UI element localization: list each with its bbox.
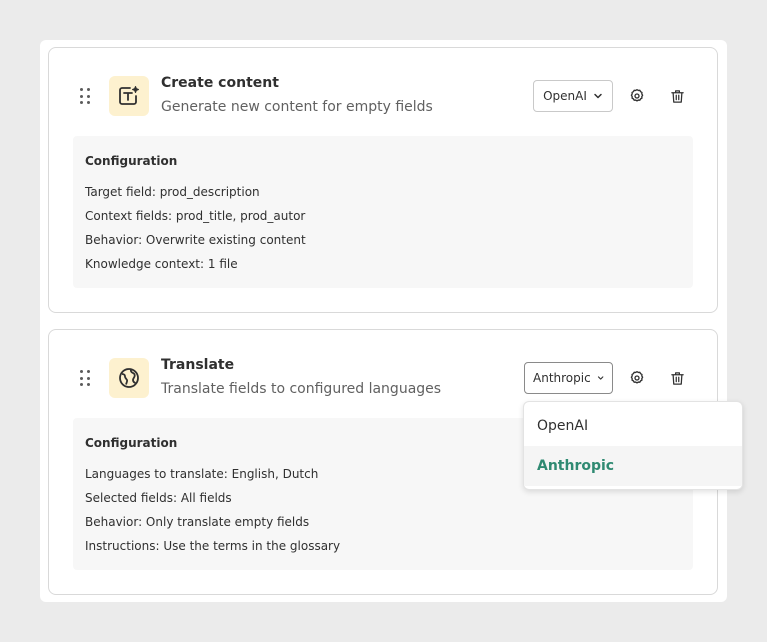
step-subtitle: Translate fields to configured languages xyxy=(161,381,442,397)
step-card-create-content: Create content Generate new content for … xyxy=(48,47,718,313)
provider-select[interactable]: Anthropic xyxy=(524,362,613,394)
config-line: Target field: prod_description xyxy=(85,185,260,199)
config-line: Behavior: Overwrite existing content xyxy=(85,233,306,247)
step-title: Create content xyxy=(161,75,279,91)
drag-handle-icon[interactable] xyxy=(80,88,90,104)
config-line: Behavior: Only translate empty fields xyxy=(85,515,310,529)
workflow-panel: Create content Generate new content for … xyxy=(40,40,727,602)
config-line: Context fields: prod_title, prod_autor xyxy=(85,209,306,223)
gear-icon xyxy=(630,371,644,384)
drag-handle-icon[interactable] xyxy=(80,370,90,386)
chevron-down-icon xyxy=(597,376,604,380)
settings-button[interactable] xyxy=(627,86,647,106)
provider-option-openai[interactable]: OpenAI xyxy=(524,406,742,446)
provider-select-value: OpenAI xyxy=(543,89,587,103)
delete-button[interactable] xyxy=(667,368,687,388)
gear-icon xyxy=(630,89,644,102)
delete-button[interactable] xyxy=(667,86,687,106)
text-sparkle-icon xyxy=(109,76,149,116)
configuration-box: Configuration Target field: prod_descrip… xyxy=(73,136,693,288)
settings-button[interactable] xyxy=(627,368,647,388)
chevron-down-icon xyxy=(594,93,602,99)
provider-select-value: Anthropic xyxy=(533,371,591,385)
step-subtitle: Generate new content for empty fields xyxy=(161,99,433,115)
trash-icon xyxy=(670,371,684,385)
config-line: Instructions: Use the terms in the gloss… xyxy=(85,539,341,553)
step-title: Translate xyxy=(161,357,235,373)
trash-icon xyxy=(670,89,684,103)
globe-icon xyxy=(109,358,149,398)
configuration-heading: Configuration xyxy=(85,154,178,168)
config-line: Knowledge context: 1 file xyxy=(85,257,238,271)
provider-option-anthropic[interactable]: Anthropic xyxy=(524,446,742,486)
provider-select[interactable]: OpenAI xyxy=(533,80,613,112)
provider-dropdown-menu: OpenAI Anthropic xyxy=(523,401,743,490)
